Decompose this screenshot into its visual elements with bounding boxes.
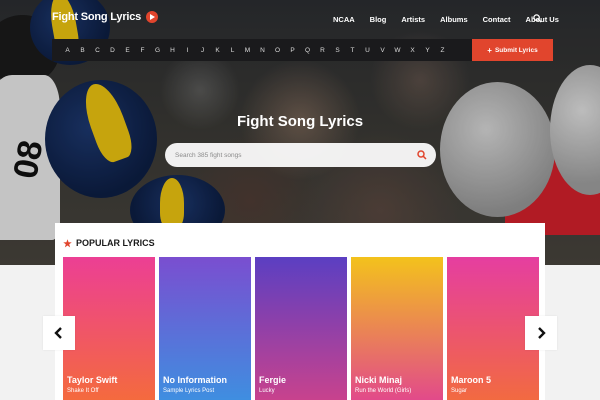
carousel-next-button[interactable] bbox=[525, 316, 557, 350]
letter-k[interactable]: K bbox=[210, 47, 225, 54]
chevron-right-icon bbox=[538, 327, 546, 339]
lyrics-carousel: Taylor Swift Shake It Off No Information… bbox=[63, 257, 545, 400]
letter-t[interactable]: T bbox=[345, 47, 360, 54]
letter-j[interactable]: J bbox=[195, 47, 210, 54]
letter-a[interactable]: A bbox=[60, 47, 75, 54]
letter-e[interactable]: E bbox=[120, 47, 135, 54]
chevron-left-icon bbox=[54, 327, 62, 339]
lyric-card[interactable]: No Information Sample Lyrics Post bbox=[159, 257, 251, 400]
top-navbar: Fight Song Lyrics NCAA Blog Artists Albu… bbox=[0, 0, 600, 38]
letter-z[interactable]: Z bbox=[435, 47, 450, 54]
submit-lyrics-label: Submit Lyrics bbox=[494, 46, 538, 54]
letter-w[interactable]: W bbox=[390, 47, 405, 54]
nav-item-contact[interactable]: Contact bbox=[483, 15, 511, 24]
letter-v[interactable]: V bbox=[375, 47, 390, 54]
letter-s[interactable]: S bbox=[330, 47, 345, 54]
letter-d[interactable]: D bbox=[105, 47, 120, 54]
card-artist: Fergie bbox=[259, 375, 287, 385]
hero-title: Fight Song Lyrics bbox=[236, 113, 364, 130]
panel-title: POPULAR LYRICS bbox=[76, 238, 155, 248]
hero-search bbox=[165, 143, 436, 167]
card-song: Sugar bbox=[451, 388, 468, 394]
panel-header: POPULAR LYRICS bbox=[63, 238, 155, 248]
letter-l[interactable]: L bbox=[225, 47, 240, 54]
letter-r[interactable]: R bbox=[315, 47, 330, 54]
letter-n[interactable]: N bbox=[255, 47, 270, 54]
letter-f[interactable]: F bbox=[135, 47, 150, 54]
card-artist: Taylor Swift bbox=[67, 375, 118, 385]
card-artist: Maroon 5 bbox=[451, 375, 492, 385]
card-song: Run the World (Girls) bbox=[355, 388, 412, 394]
submit-lyrics-button[interactable]: + Submit Lyrics bbox=[472, 39, 553, 61]
letter-y[interactable]: Y bbox=[420, 47, 435, 54]
letter-u[interactable]: U bbox=[360, 47, 375, 54]
letter-x[interactable]: X bbox=[405, 47, 420, 54]
search-input[interactable] bbox=[175, 147, 405, 163]
letter-o[interactable]: O bbox=[270, 47, 285, 54]
logo-text: Fight Song Lyrics bbox=[52, 11, 142, 23]
letter-q[interactable]: Q bbox=[300, 47, 315, 54]
letter-m[interactable]: M bbox=[240, 47, 255, 54]
alphabet-bar: A B C D E F G H I J K L M N O P Q R S T … bbox=[52, 39, 553, 61]
search-icon[interactable] bbox=[533, 14, 542, 23]
nav-item-ncaa[interactable]: NCAA bbox=[333, 15, 355, 24]
nav-item-albums[interactable]: Albums bbox=[440, 15, 468, 24]
letter-c[interactable]: C bbox=[90, 47, 105, 54]
letter-b[interactable]: B bbox=[75, 47, 90, 54]
nav-item-blog[interactable]: Blog bbox=[370, 15, 387, 24]
search-icon[interactable] bbox=[417, 150, 427, 160]
letter-h[interactable]: H bbox=[165, 47, 180, 54]
popular-lyrics-panel: POPULAR LYRICS Taylor Swift Shake It Off… bbox=[55, 223, 545, 400]
letter-p[interactable]: P bbox=[285, 47, 300, 54]
site-logo[interactable]: Fight Song Lyrics bbox=[52, 11, 159, 23]
card-song: Lucky bbox=[259, 388, 275, 394]
lyric-card[interactable]: Fergie Lucky bbox=[255, 257, 347, 400]
letter-g[interactable]: G bbox=[150, 47, 165, 54]
card-song: Sample Lyrics Post bbox=[163, 388, 215, 394]
play-icon bbox=[146, 11, 159, 23]
lyric-card[interactable]: Nicki Minaj Run the World (Girls) bbox=[351, 257, 443, 400]
card-song: Shake It Off bbox=[67, 388, 99, 394]
letter-i[interactable]: I bbox=[180, 47, 195, 54]
carousel-prev-button[interactable] bbox=[43, 316, 75, 350]
star-icon bbox=[63, 238, 72, 247]
plus-icon: + bbox=[487, 45, 492, 55]
lyric-card[interactable]: Taylor Swift Shake It Off bbox=[63, 257, 155, 400]
nav-item-about-us[interactable]: About Us bbox=[526, 15, 559, 24]
alphabet-letters: A B C D E F G H I J K L M N O P Q R S T … bbox=[60, 39, 450, 61]
card-artist: Nicki Minaj bbox=[355, 375, 403, 385]
nav-item-artists[interactable]: Artists bbox=[401, 15, 425, 24]
card-artist: No Information bbox=[163, 375, 227, 385]
